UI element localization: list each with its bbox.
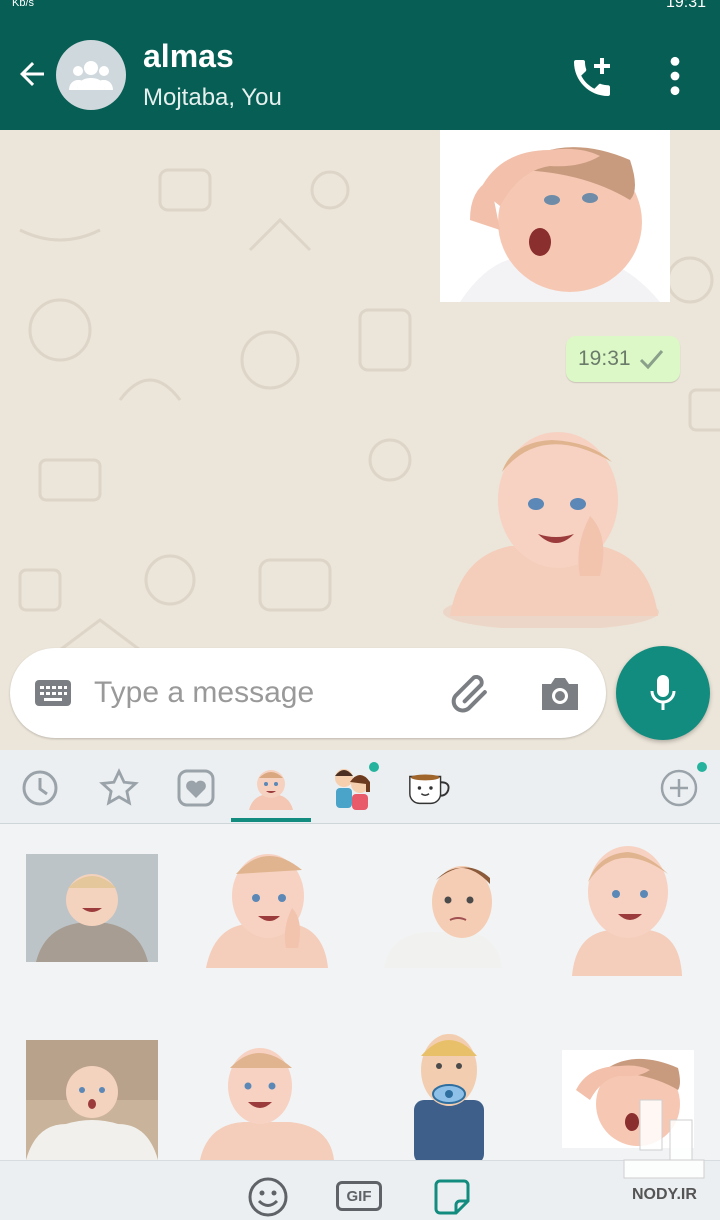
chat-title[interactable]: almas <box>143 38 234 75</box>
baby-smiling-sticker <box>443 432 659 630</box>
sticker-item[interactable] <box>404 1030 494 1164</box>
clock-icon <box>22 770 58 806</box>
outgoing-message-bubble[interactable]: 19:31 <box>566 336 680 382</box>
chat-header: almas Mojtaba, You <box>0 16 720 130</box>
baby-pack-icon <box>249 770 293 810</box>
arrow-left-icon[interactable] <box>14 56 50 92</box>
baby-sweater-sticker <box>26 854 158 962</box>
sticker-item[interactable] <box>26 1040 158 1160</box>
group-avatar[interactable] <box>56 40 126 110</box>
cup-pack-icon <box>409 774 450 805</box>
network-speed: Kb/s <box>12 0 35 9</box>
add-icon <box>660 769 698 807</box>
sticker-item[interactable] <box>26 854 158 962</box>
tab-recent[interactable] <box>16 764 64 812</box>
gif-icon[interactable]: GIF <box>336 1181 382 1211</box>
voice-record-button[interactable] <box>616 646 710 740</box>
baby-blanket-sticker <box>26 1040 158 1160</box>
nody-logo-icon <box>623 1099 705 1179</box>
couple-pack-icon <box>335 769 370 810</box>
tab-cup-pack[interactable] <box>406 764 454 812</box>
tab-couple-pack[interactable] <box>328 764 376 812</box>
heart-icon <box>177 769 215 807</box>
sticker-item[interactable] <box>384 858 504 968</box>
group-icon <box>69 61 113 90</box>
sticker-icon[interactable] <box>430 1175 474 1219</box>
new-pack-badge <box>697 762 707 772</box>
gif-label: GIF <box>346 1187 372 1205</box>
baby-surprised-sticker <box>440 130 670 302</box>
baby-laughing-sticker <box>200 1048 334 1160</box>
camera-icon[interactable] <box>538 674 582 714</box>
sticker-item[interactable] <box>202 844 330 972</box>
new-pack-badge <box>369 762 379 772</box>
read-check-icon <box>639 350 664 370</box>
chat-participants[interactable]: Mojtaba, You <box>143 84 282 112</box>
message-composer <box>10 648 606 738</box>
message-time: 19:31 <box>578 347 631 370</box>
emoji-icon[interactable] <box>246 1175 290 1219</box>
baby-thinking-sticker <box>384 866 502 968</box>
tab-love[interactable] <box>172 764 220 812</box>
more-vert-icon[interactable] <box>660 54 690 98</box>
sticker-item[interactable] <box>572 842 682 976</box>
mic-icon <box>650 675 676 710</box>
star-icon <box>99 768 139 806</box>
sticker-message[interactable] <box>440 130 670 302</box>
sticker-message[interactable] <box>440 416 662 630</box>
tab-favorites[interactable] <box>95 764 143 812</box>
status-bar: Kb/s 19:31 <box>0 0 720 16</box>
selected-tab-indicator <box>231 818 311 822</box>
keyboard-icon[interactable] <box>34 678 72 708</box>
message-input[interactable] <box>94 670 414 716</box>
paperclip-icon[interactable] <box>450 672 494 716</box>
watermark-logo: NODY.IR <box>610 1090 714 1220</box>
baby-smile-sticker <box>572 846 682 976</box>
tab-add-pack[interactable] <box>655 764 703 812</box>
sticker-pack-tabs <box>0 750 720 824</box>
status-time: 19:31 <box>665 0 706 11</box>
add-call-icon[interactable] <box>568 54 616 102</box>
baby-pacifier-sticker <box>414 1034 484 1164</box>
sticker-item[interactable] <box>198 1040 336 1160</box>
baby-hand-cheek-sticker <box>206 854 328 968</box>
watermark-text: NODY.IR <box>632 1186 697 1203</box>
tab-baby-pack[interactable] <box>247 764 295 812</box>
